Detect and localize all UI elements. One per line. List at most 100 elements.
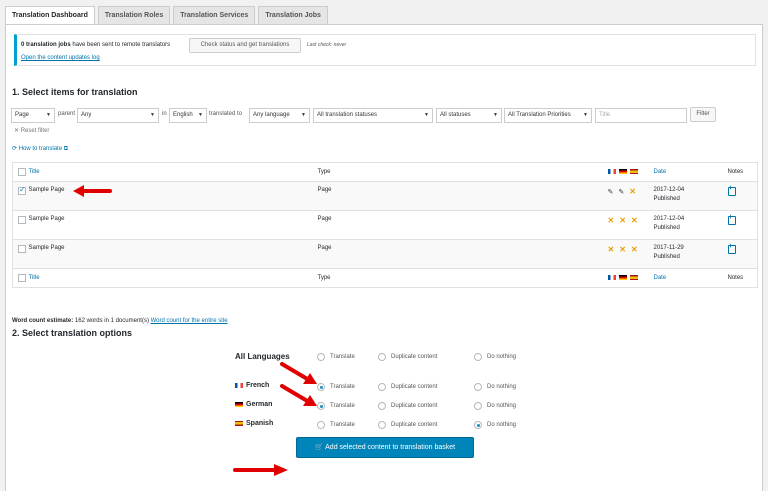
all-translate-radio[interactable]: Translate	[317, 353, 355, 361]
no-translation-icon[interactable]: ✕	[629, 187, 636, 196]
radio-circle	[378, 402, 386, 410]
tab-translation-dashboard[interactable]: Translation Dashboard	[5, 6, 95, 25]
priority-value: All Translation Priorities	[508, 112, 571, 118]
word-count-label: Word count estimate:	[12, 318, 74, 324]
date-column-footer[interactable]: Date	[654, 275, 667, 281]
french-duplicate-radio[interactable]: Duplicate content	[378, 383, 437, 391]
spanish-translate-radio[interactable]: Translate	[317, 421, 355, 429]
radio-label: Translate	[330, 354, 355, 360]
reset-filter-label: Reset filter	[20, 128, 50, 134]
all-nothing-radio[interactable]: Do nothing	[474, 353, 516, 361]
chevron-down-icon: ▼	[301, 112, 306, 118]
tab-translation-services[interactable]: Translation Services	[173, 6, 256, 24]
date-column-header[interactable]: Date	[654, 169, 667, 175]
source-language-select[interactable]: English ▼	[169, 108, 207, 123]
radio-label: Translate	[330, 403, 355, 409]
all-languages-label: All Languages	[235, 352, 290, 361]
german-flag-icon	[235, 401, 243, 407]
german-duplicate-radio[interactable]: Duplicate content	[378, 402, 437, 410]
items-table: Title Type Date Notes Sample Page Page ✎…	[12, 162, 758, 288]
title-column-footer[interactable]: Title	[29, 275, 40, 281]
section-translation-options-heading: 2. Select translation options	[12, 328, 133, 338]
last-check-text: Last check: never	[307, 42, 347, 48]
add-note-icon[interactable]	[727, 243, 736, 254]
radio-label: Do nothing	[487, 354, 517, 360]
check-status-button[interactable]: Check status and get translations	[189, 38, 301, 53]
spanish-flag-icon	[235, 420, 243, 426]
close-icon: ✕	[14, 128, 20, 134]
no-translation-icon[interactable]: ✕	[619, 216, 626, 225]
notice-text: 0 translation jobs have been sent to rem…	[21, 42, 170, 48]
target-language-value: Any language	[253, 112, 290, 118]
word-count-value: 162 words in 1 document(s)	[73, 318, 151, 324]
word-count-site-link[interactable]: Word count for the entire site	[151, 318, 228, 324]
tab-bar: Translation Dashboard Translation Roles …	[5, 6, 328, 25]
add-to-basket-label: Add selected content to translation bask…	[325, 444, 456, 451]
german-label: German	[246, 401, 273, 408]
how-to-translate-link[interactable]: ⟳ How to translate ⧉	[12, 145, 68, 153]
no-translation-icon[interactable]: ✕	[608, 245, 615, 254]
notice-message: have been sent to remote translators	[70, 42, 171, 48]
dashboard-panel: 0 translation jobs have been sent to rem…	[5, 24, 763, 491]
row-status: Published	[653, 196, 680, 202]
annotation-arrow-icon	[280, 384, 317, 406]
post-status-value: All statuses	[440, 112, 471, 118]
radio-label: Duplicate content	[391, 403, 438, 409]
edit-translation-icon[interactable]: ✎	[618, 189, 624, 196]
radio-label: Do nothing	[487, 422, 517, 428]
radio-circle	[378, 353, 386, 361]
german-translate-radio[interactable]: Translate	[317, 402, 355, 410]
type-column-footer: Type	[317, 275, 331, 281]
post-status-select[interactable]: All statuses ▼	[436, 108, 502, 123]
spanish-flag-icon	[629, 274, 638, 280]
add-note-icon[interactable]	[727, 214, 736, 225]
notes-column-header: Notes	[727, 169, 744, 175]
reset-filter-link[interactable]: ✕ Reset filter	[14, 127, 49, 134]
external-link-icon: ⧉	[63, 146, 69, 152]
table-row: Sample Page Page ✎ ✎ ✕ 2017-12-04 Published	[12, 181, 758, 211]
add-note-icon[interactable]	[727, 185, 736, 196]
row-checkbox[interactable]	[18, 245, 26, 253]
add-to-basket-button[interactable]: 🛒 Add selected content to translation ba…	[296, 437, 474, 458]
german-flag-icon	[618, 274, 627, 280]
no-translation-icon[interactable]: ✕	[631, 245, 638, 254]
radio-circle	[317, 353, 325, 361]
no-translation-icon[interactable]: ✕	[631, 216, 638, 225]
parent-select[interactable]: Any ▼	[77, 108, 159, 123]
row-checkbox[interactable]	[18, 216, 26, 224]
chevron-down-icon: ▼	[150, 112, 155, 118]
german-nothing-radio[interactable]: Do nothing	[474, 402, 516, 410]
title-search-input[interactable]: Title	[595, 108, 687, 123]
post-type-select[interactable]: Page ▼	[11, 108, 55, 123]
content-updates-log-link[interactable]: Open the content updates log	[21, 55, 100, 61]
no-translation-icon[interactable]: ✕	[608, 216, 615, 225]
spanish-duplicate-radio[interactable]: Duplicate content	[378, 421, 437, 429]
title-column-header[interactable]: Title	[29, 169, 40, 175]
filter-button[interactable]: Filter	[690, 107, 716, 122]
row-status: Published	[653, 225, 680, 231]
tab-translation-jobs[interactable]: Translation Jobs	[258, 6, 328, 24]
annotation-arrow-icon	[73, 185, 112, 197]
translation-priority-select[interactable]: All Translation Priorities ▼	[504, 108, 592, 123]
row-date: 2017-11-29	[653, 245, 684, 251]
tab-translation-roles[interactable]: Translation Roles	[97, 6, 171, 24]
select-all-checkbox[interactable]	[18, 274, 26, 282]
select-all-checkbox[interactable]	[18, 168, 26, 176]
translation-status-select[interactable]: All translation statuses ▼	[313, 108, 433, 123]
spanish-nothing-radio[interactable]: Do nothing	[474, 421, 516, 429]
all-duplicate-radio[interactable]: Duplicate content	[378, 353, 437, 361]
target-language-select[interactable]: Any language ▼	[249, 108, 310, 123]
french-translate-radio[interactable]: Translate	[317, 383, 355, 391]
row-title: Sample Page	[28, 245, 65, 251]
radio-label: Translate	[330, 384, 355, 390]
row-checkbox[interactable]	[18, 185, 26, 195]
word-count-estimate: Word count estimate: 162 words in 1 docu…	[12, 318, 228, 324]
german-option-label: German	[235, 401, 272, 408]
cart-icon: 🛒	[314, 444, 324, 451]
edit-translation-icon[interactable]: ✎	[608, 189, 614, 196]
jobs-count: 0 translation jobs	[21, 42, 71, 48]
radio-label: Do nothing	[487, 403, 517, 409]
table-row: Sample Page Page ✕ ✕ ✕ 2017-11-29 Published	[12, 239, 758, 269]
no-translation-icon[interactable]: ✕	[619, 245, 626, 254]
french-nothing-radio[interactable]: Do nothing	[474, 383, 516, 391]
